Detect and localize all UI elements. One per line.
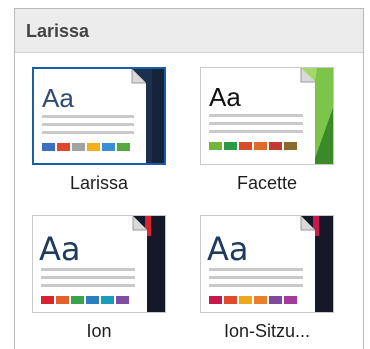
color-swatch <box>239 142 252 150</box>
theme-thumbnail-facette[interactable]: Aa <box>200 67 334 165</box>
theme-preview-facette: Aa <box>201 68 333 164</box>
color-swatch <box>86 296 99 304</box>
theme-preview-ion-sitzungssaal: Aa <box>201 216 333 312</box>
color-swatch <box>269 296 282 304</box>
color-swatch <box>116 296 129 304</box>
theme-label-facette: Facette <box>236 173 298 193</box>
color-swatch <box>224 296 237 304</box>
color-swatch <box>42 143 55 151</box>
theme-thumbnail-ion-sitzungssaal[interactable]: Aa <box>200 215 334 313</box>
theme-preview-larissa: Aa <box>34 69 164 163</box>
color-swatch <box>284 142 297 150</box>
sample-text: Aa <box>42 83 74 113</box>
theme-facette[interactable]: Aa Facette <box>197 67 337 197</box>
color-swatch <box>254 296 267 304</box>
theme-preview-ion: Aa <box>33 216 165 312</box>
color-swatch <box>269 142 282 150</box>
theme-larissa[interactable]: Aa Larissa <box>29 67 169 197</box>
theme-thumbnail-larissa[interactable]: Aa <box>32 67 166 165</box>
color-swatch <box>41 296 54 304</box>
color-swatch <box>102 143 115 151</box>
color-swatch <box>87 143 100 151</box>
theme-thumbnail-ion[interactable]: Aa <box>32 215 166 313</box>
color-swatch <box>284 296 297 304</box>
color-swatch <box>209 142 222 150</box>
color-swatch <box>56 296 69 304</box>
color-swatch <box>117 143 130 151</box>
color-swatch <box>72 143 85 151</box>
sample-text: Aa <box>39 230 81 268</box>
theme-ion[interactable]: Aa Ion <box>29 215 169 345</box>
color-swatch <box>71 296 84 304</box>
theme-label-larissa: Larissa <box>69 173 129 193</box>
theme-ion-sitzungssaal[interactable]: Aa Ion-Sitzu... <box>197 215 337 345</box>
theme-label-ion-sitzungssaal: Ion-Sitzu... <box>223 321 311 341</box>
themes-panel: Larissa Aa Larissa Aa Facette Aa Ion Aa … <box>14 8 364 349</box>
color-swatch <box>209 296 222 304</box>
color-swatch <box>224 142 237 150</box>
color-swatch <box>239 296 252 304</box>
panel-title: Larissa <box>26 21 90 41</box>
sample-text: Aa <box>209 82 241 112</box>
color-swatch <box>101 296 114 304</box>
color-swatch <box>254 142 267 150</box>
sample-text: Aa <box>207 230 249 268</box>
panel-header: Larissa <box>15 9 363 53</box>
theme-label-ion: Ion <box>86 321 112 341</box>
color-swatch <box>57 143 70 151</box>
